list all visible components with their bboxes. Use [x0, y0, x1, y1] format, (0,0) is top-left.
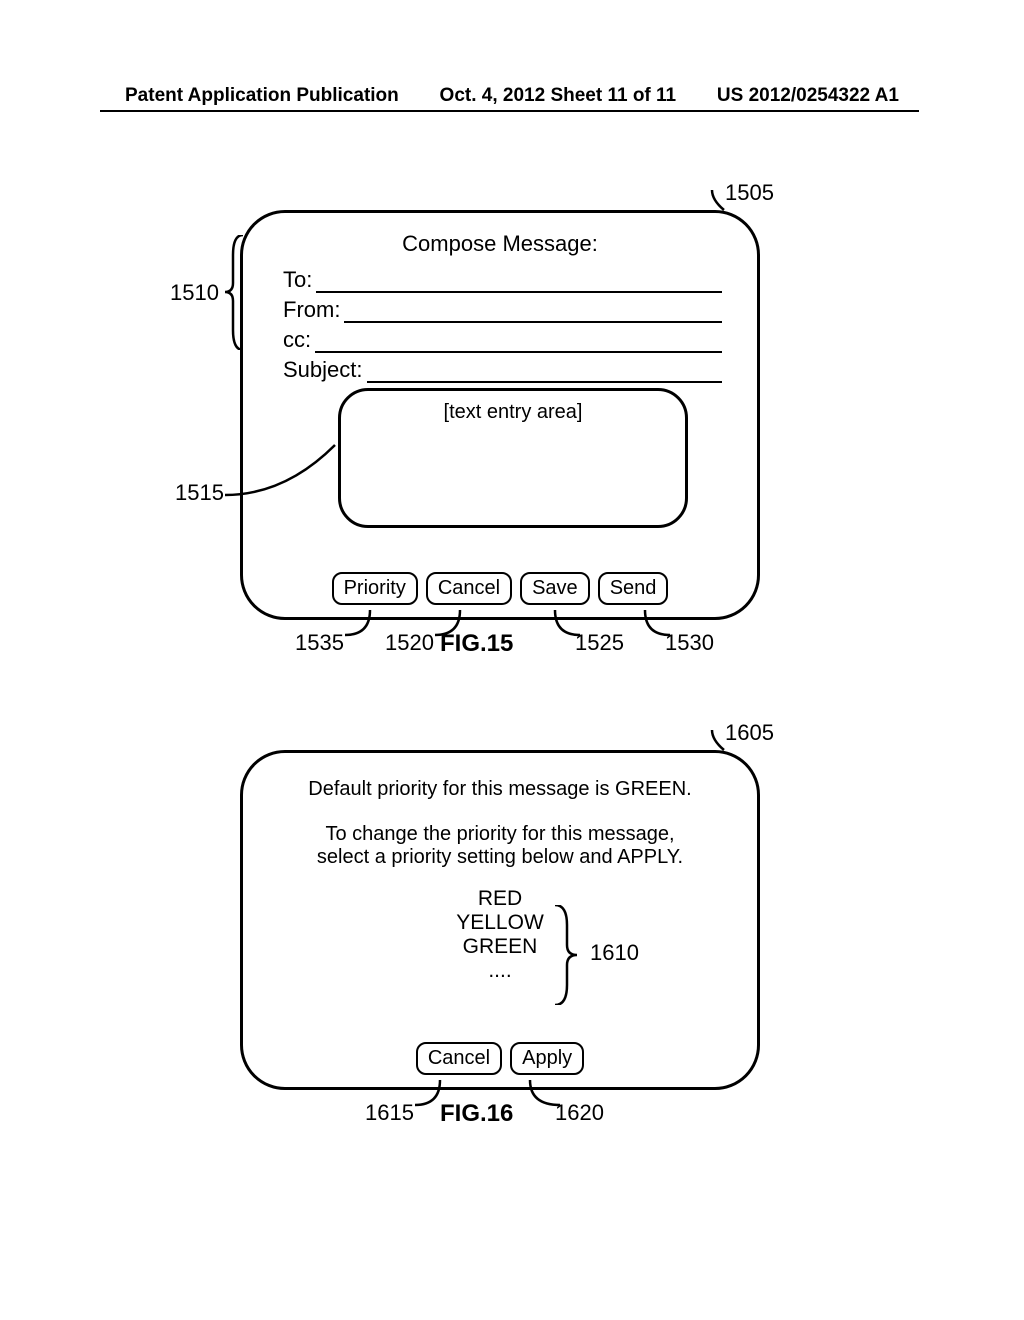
from-field-row[interactable]: From: [283, 297, 722, 323]
page-header: Patent Application Publication Oct. 4, 2… [0, 85, 1024, 107]
to-label: To: [283, 267, 312, 293]
priority-button[interactable]: Priority [332, 572, 418, 605]
priority-dialog-panel: Default priority for this message is GRE… [240, 750, 760, 1090]
from-input-line[interactable] [344, 305, 722, 323]
brace-1610-icon [555, 905, 580, 1005]
textarea-placeholder: [text entry area] [444, 401, 583, 423]
header-right: US 2012/0254322 A1 [717, 85, 899, 107]
lead-1620 [530, 1080, 565, 1110]
ref-1520: 1520 [385, 630, 434, 656]
compose-button-row: Priority Cancel Save Send [243, 572, 757, 605]
instruction-line-b: select a priority setting below and APPL… [317, 846, 683, 868]
priority-button-row: Cancel Apply [243, 1042, 757, 1075]
lead-1525 [555, 610, 585, 640]
ref-1535: 1535 [295, 630, 344, 656]
lead-1535 [345, 610, 375, 640]
fig16-label: FIG.16 [440, 1100, 513, 1128]
subject-label: Subject: [283, 357, 363, 383]
cancel-button[interactable]: Cancel [426, 572, 512, 605]
send-button[interactable]: Send [598, 572, 669, 605]
priority-options-list[interactable]: RED YELLOW GREEN .... [243, 887, 757, 984]
compose-message-panel: Compose Message: To: From: cc: Subject: … [240, 210, 760, 620]
lead-1520 [435, 610, 465, 640]
option-green[interactable]: GREEN [243, 935, 757, 959]
apply-button[interactable]: Apply [510, 1042, 584, 1075]
brace-1510-icon [225, 235, 245, 350]
cc-label: cc: [283, 327, 311, 353]
to-field-row[interactable]: To: [283, 267, 722, 293]
lead-1605 [712, 730, 742, 760]
instruction-text: To change the priority for this message,… [243, 823, 757, 869]
option-more[interactable]: .... [243, 959, 757, 983]
save-button[interactable]: Save [520, 572, 590, 605]
ref-1510: 1510 [170, 280, 219, 306]
ref-1610: 1610 [590, 940, 639, 966]
message-body-textarea[interactable]: [text entry area] [338, 388, 688, 528]
compose-title: Compose Message: [243, 231, 757, 257]
ref-1515: 1515 [175, 480, 224, 506]
to-input-line[interactable] [316, 275, 722, 293]
instruction-line-a: To change the priority for this message, [325, 823, 674, 845]
lead-1505 [712, 190, 742, 220]
option-red[interactable]: RED [243, 887, 757, 911]
cancel-button[interactable]: Cancel [416, 1042, 502, 1075]
cc-input-line[interactable] [315, 335, 722, 353]
lead-1530 [645, 610, 675, 640]
lead-1515 [225, 445, 340, 505]
cc-field-row[interactable]: cc: [283, 327, 722, 353]
header-center: Oct. 4, 2012 Sheet 11 of 11 [440, 85, 677, 107]
option-yellow[interactable]: YELLOW [243, 911, 757, 935]
subject-input-line[interactable] [367, 365, 723, 383]
header-left: Patent Application Publication [125, 85, 399, 107]
header-rule [100, 110, 919, 112]
ref-1615: 1615 [365, 1100, 414, 1126]
header-fields-group: To: From: cc: Subject: [283, 267, 722, 383]
subject-field-row[interactable]: Subject: [283, 357, 722, 383]
from-label: From: [283, 297, 340, 323]
content-area: Compose Message: To: From: cc: Subject: … [0, 180, 1024, 1320]
lead-1615 [415, 1080, 445, 1110]
default-priority-text: Default priority for this message is GRE… [243, 778, 757, 801]
